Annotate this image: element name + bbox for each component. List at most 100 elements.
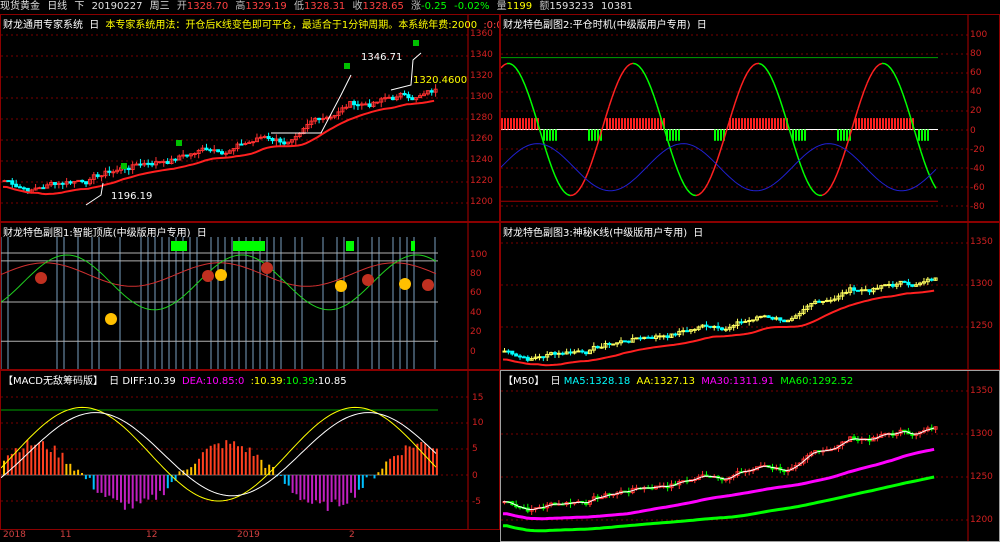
baseline-line (501, 143, 937, 192)
histogram-bar (334, 475, 337, 500)
sub3-kline-chart[interactable] (501, 223, 999, 369)
oscillator-line (857, 99, 862, 110)
histogram-bar (42, 441, 44, 475)
top-signal-block (233, 241, 265, 251)
sub3-collapse-icon[interactable]: 日 (693, 228, 703, 239)
histogram-bar (240, 446, 243, 475)
histogram-bar (389, 458, 392, 475)
signal-face-icon (399, 278, 411, 290)
change-label: 涨 (411, 1, 422, 12)
histogram-bar (311, 475, 314, 504)
histogram-bar (354, 475, 356, 498)
signal-bar (606, 118, 608, 130)
sub1-chart-panel[interactable]: 财龙特色副图1:智能顶底(中级版用户专用) 日 100 80 60 40 20 … (0, 222, 500, 370)
histogram-bar (84, 475, 87, 480)
oscillator-line (629, 62, 634, 65)
signal-bar (612, 118, 614, 130)
candle (739, 321, 744, 324)
main-candlestick-chart[interactable] (1, 15, 499, 221)
sub2-chart-panel[interactable]: 财龙特色副图2:平仓时机(中级版用户专用) 日 100 80 60 40 20 … (500, 14, 1000, 222)
y-tick: 1250 (970, 321, 993, 331)
candle (716, 325, 721, 329)
candle (111, 171, 116, 174)
main-collapse-icon[interactable]: 日 (89, 20, 99, 31)
macd-panel[interactable]: 【MACD无敌筹码版】 日 DIFF:10.39 DEA:10.85:0 :10… (0, 370, 500, 530)
candle (192, 153, 197, 156)
candle (223, 152, 228, 155)
buy-signal-marker (344, 63, 350, 69)
candle (375, 101, 380, 104)
oscillator-line (869, 71, 874, 78)
sub1-indicator-chart[interactable] (1, 223, 499, 369)
histogram-bar (350, 475, 353, 493)
candle (611, 343, 616, 346)
m50-panel[interactable]: 【M50】 日 MA5:1328.18 AA:1327.13 MA30:1311… (500, 370, 1000, 542)
histogram-bar (135, 475, 138, 502)
sub3-chart-panel[interactable]: 财龙特色副图3:神秘K线(中级版用户专用) 日 1350 1300 1250 (500, 222, 1000, 370)
candle (855, 289, 860, 292)
m50-title-text: 【M50】 (503, 376, 545, 387)
histogram-bar (143, 475, 146, 499)
signal-bar (795, 129, 797, 141)
y-tick: 1350 (970, 237, 993, 247)
oscillator-line (851, 118, 856, 129)
oscillator-line (929, 176, 934, 184)
candle (673, 333, 678, 336)
macd-v1: :0 (234, 376, 245, 387)
period-label[interactable]: 日线 (47, 1, 67, 12)
candle (720, 327, 724, 331)
signal-bar (762, 118, 764, 130)
diff-label: DIFF: (122, 376, 148, 387)
m50-title: 【M50】 日 MA5:1328.18 AA:1327.13 MA30:1311… (503, 372, 856, 387)
oscillator-line (854, 108, 859, 119)
y-tick: 1250 (970, 472, 993, 482)
sub1-collapse-icon[interactable]: 日 (197, 228, 207, 239)
histogram-bar (162, 475, 165, 496)
signal-bar (513, 118, 515, 130)
m50-collapse-icon[interactable]: 日 (551, 376, 561, 387)
macd-collapse-icon[interactable]: 日 (109, 376, 119, 387)
volume-value: 1199 (506, 1, 533, 12)
signal-bar (900, 118, 902, 130)
oscillator-line (812, 190, 817, 195)
signal-bar (777, 118, 779, 130)
histogram-bar (38, 442, 41, 475)
top-signal-block (346, 241, 354, 251)
y-tick: -60 (970, 183, 985, 193)
x-tick: 2 (349, 530, 355, 540)
ma30-label: MA30: (701, 376, 733, 387)
oscillator-line (617, 75, 622, 83)
macd-title: 【MACD无敌筹码版】 日 DIFF:10.39 DEA:10.85:0 :10… (3, 372, 350, 387)
candle (2, 180, 7, 183)
candle (820, 300, 825, 303)
oscillator-line (914, 132, 919, 143)
x-tick: 2019 (237, 530, 260, 540)
y-tick: 80 (470, 269, 482, 279)
main-chart-panel[interactable]: 财龙通用专家系统 日 本专家系统用法：开仓后K线变色即可平仓，最适合于1分钟周期… (0, 14, 500, 222)
oscillator-line (827, 186, 832, 192)
sub2-indicator-chart[interactable] (501, 15, 999, 221)
candle (758, 315, 763, 318)
signal-bar (735, 118, 737, 130)
annotation-high: 1346.71 (361, 52, 403, 63)
sub2-collapse-icon[interactable]: 日 (697, 20, 707, 31)
signal-face-icon (422, 279, 434, 291)
oscillator-line (698, 191, 703, 196)
oscillator-line (821, 193, 826, 197)
oscillator-line (563, 191, 568, 195)
candle (60, 182, 65, 185)
signal-bar (756, 118, 758, 130)
macd-v2: :10.39 (250, 376, 283, 387)
m50-candlestick-chart[interactable] (501, 371, 999, 541)
oscillator-line (635, 63, 640, 67)
signal-bar (918, 129, 920, 141)
buy-signal-marker (413, 40, 419, 46)
candle (556, 352, 561, 355)
y-tick: 1340 (470, 50, 493, 60)
signal-bar (885, 118, 887, 130)
macd-chart[interactable] (1, 371, 499, 529)
signal-bar (741, 118, 743, 130)
x-tick: 11 (60, 530, 72, 540)
signal-bar (615, 118, 617, 130)
signal-bar (888, 118, 890, 130)
